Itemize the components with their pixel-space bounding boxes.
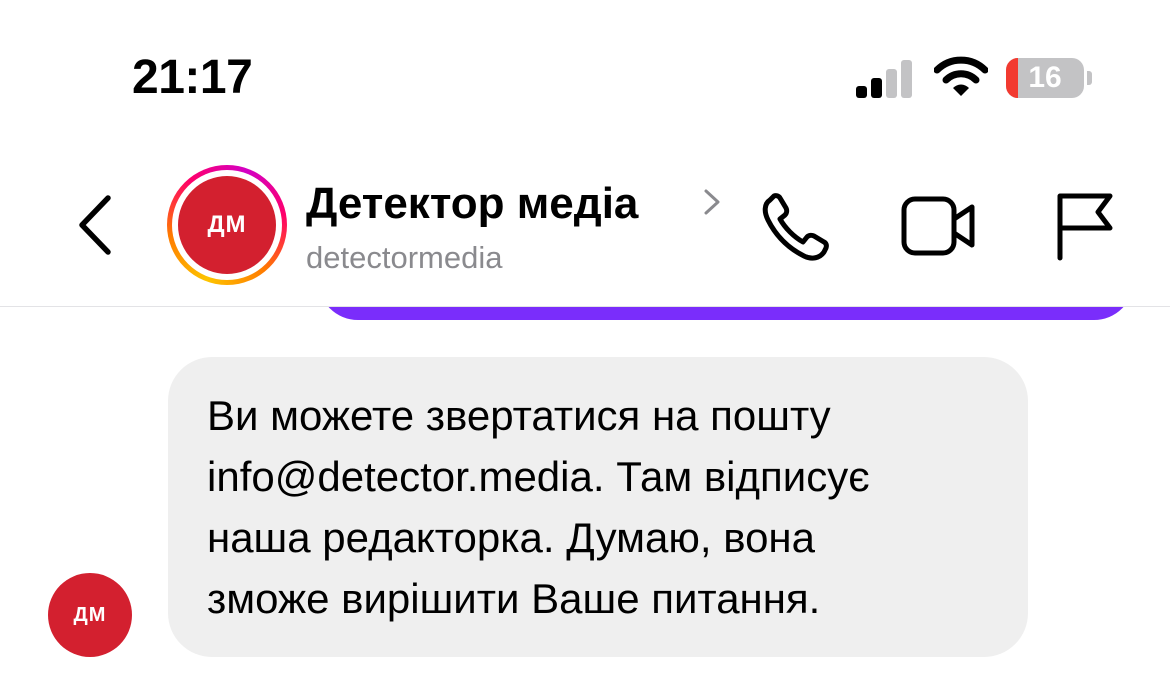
sender-avatar[interactable]: ДМ — [48, 573, 132, 657]
battery-tip — [1087, 71, 1092, 85]
video-camera-icon[interactable] — [900, 195, 978, 257]
status-time: 21:17 — [132, 51, 253, 104]
cellular-signal-icon — [856, 58, 914, 98]
message-line: Ви можете звертатися на пошту — [207, 392, 831, 439]
received-message-bubble[interactable]: Ви можете звертатися на пошту info@detec… — [168, 357, 1028, 657]
battery-icon: 16 — [1006, 58, 1084, 98]
wifi-icon — [934, 56, 988, 96]
flag-icon[interactable] — [1052, 190, 1116, 262]
contact-username[interactable]: detectormedia — [306, 236, 502, 280]
message-line: зможе вирішити Ваше питання. — [207, 575, 821, 622]
contact-name[interactable]: Детектор медіа — [306, 176, 638, 232]
back-chevron-icon[interactable] — [70, 190, 120, 260]
header-divider — [0, 306, 1170, 307]
message-line: наша редакторка. Думаю, вона — [207, 514, 815, 561]
phone-icon[interactable] — [760, 192, 832, 262]
avatar-initials: ДМ — [178, 176, 276, 274]
chevron-right-icon[interactable] — [700, 185, 724, 219]
message-line: info@detector.media. Там відписує — [207, 453, 870, 500]
battery-level: 16 — [1028, 61, 1062, 94]
contact-avatar[interactable]: ДМ — [167, 165, 287, 285]
